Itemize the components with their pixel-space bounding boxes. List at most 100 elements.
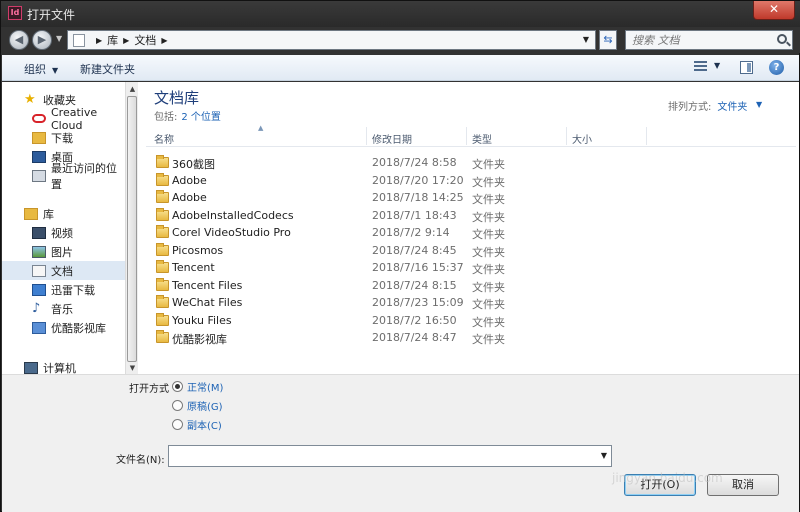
breadcrumb-library[interactable]: 库 xyxy=(107,32,118,48)
radio-label: 原稿(G) xyxy=(187,401,223,413)
file-date: 2018/7/20 17:20 xyxy=(372,173,464,187)
sidebar-item-label: 音乐 xyxy=(51,302,73,316)
radio-button[interactable] xyxy=(172,399,183,411)
radio-label: 副本(C) xyxy=(187,420,222,432)
sidebar-item-creative-cloud[interactable]: Creative Cloud xyxy=(2,106,126,132)
chevron-right-icon[interactable]: ▶ xyxy=(96,36,102,45)
sidebar-item-thunder-downloads[interactable]: 迅雷下载 xyxy=(2,280,126,299)
folder-icon xyxy=(156,172,169,186)
file-date: 2018/7/24 8:58 xyxy=(372,156,457,169)
sidebar-item-libraries[interactable]: 库 xyxy=(2,204,126,223)
sidebar-item-youku-library[interactable]: 优酷影视库 xyxy=(2,318,126,337)
table-row[interactable]: Tencent 2018/7/16 15:37 文件夹 xyxy=(146,259,796,277)
scroll-down-icon[interactable]: ▼ xyxy=(128,364,137,372)
chevron-right-icon[interactable]: ▶ xyxy=(123,36,129,45)
file-name: Youku Files xyxy=(172,313,232,327)
scrollbar-thumb[interactable] xyxy=(127,96,137,362)
sidebar-item-documents[interactable]: 文档 xyxy=(2,261,126,280)
sidebar-item-computer[interactable]: 计算机 xyxy=(2,358,126,374)
refresh-button[interactable]: ⇆ xyxy=(599,30,617,50)
scroll-up-icon[interactable]: ▲ xyxy=(128,85,137,93)
sidebar-item-music[interactable]: ♪ 音乐 xyxy=(2,299,126,318)
forward-button[interactable]: ▶ xyxy=(32,30,52,50)
library-icon xyxy=(24,207,38,220)
radio-button[interactable] xyxy=(172,418,183,430)
chevron-down-icon: ▼ xyxy=(49,66,59,75)
sidebar-item-downloads[interactable]: 下载 xyxy=(2,128,126,147)
table-row[interactable]: Picosmos 2018/7/24 8:45 文件夹 xyxy=(146,242,796,260)
documents-icon xyxy=(32,264,46,277)
table-row[interactable]: Youku Files 2018/7/2 16:50 文件夹 xyxy=(146,312,796,330)
includes-label: 包括: xyxy=(154,112,178,123)
locations-link[interactable]: 2 个位置 xyxy=(181,112,221,123)
arrange-by-dropdown[interactable]: 文件夹 xyxy=(717,102,747,113)
file-type: 文件夹 xyxy=(472,280,505,294)
table-row[interactable]: Tencent Files 2018/7/24 8:15 文件夹 xyxy=(146,277,796,295)
filename-input[interactable] xyxy=(169,446,589,466)
sidebar-item-pictures[interactable]: 图片 xyxy=(2,242,126,261)
radio-original[interactable]: 原稿(G) xyxy=(172,397,223,413)
new-folder-button[interactable]: 新建文件夹 xyxy=(80,61,135,77)
file-date: 2018/7/1 18:43 xyxy=(372,208,457,222)
column-date-modified[interactable]: 修改日期 xyxy=(372,131,412,147)
file-type: 文件夹 xyxy=(472,263,505,276)
organize-menu[interactable]: 组织 ▼ xyxy=(24,61,58,77)
address-dropdown[interactable]: ▼ xyxy=(583,35,589,44)
column-type[interactable]: 类型 xyxy=(472,131,492,147)
file-date: 2018/7/23 15:09 xyxy=(372,296,464,309)
creative-cloud-icon xyxy=(32,114,46,123)
search-icon[interactable] xyxy=(777,34,787,44)
indesign-app-icon: Id xyxy=(8,6,22,20)
filename-label: 文件名(N): xyxy=(116,455,165,466)
table-row[interactable]: Adobe 2018/7/20 17:20 文件夹 xyxy=(146,172,796,190)
table-row[interactable]: Corel VideoStudio Pro 2018/7/2 9:14 文件夹 xyxy=(146,224,796,242)
close-button[interactable]: ✕ xyxy=(753,1,795,20)
search-input[interactable] xyxy=(626,31,766,49)
sidebar-scrollbar[interactable]: ▲ ▼ xyxy=(125,82,138,374)
column-size[interactable]: 大小 xyxy=(572,131,592,147)
folder-icon xyxy=(156,295,169,308)
arrange-by: 排列方式: 文件夹 xyxy=(668,98,747,113)
folder-icon xyxy=(156,330,169,343)
help-icon[interactable]: ? xyxy=(769,60,784,75)
chevron-right-icon[interactable]: ▶ xyxy=(161,36,167,45)
file-type: 文件夹 xyxy=(472,333,505,346)
file-name: AdobeInstalledCodecs xyxy=(172,208,294,222)
sidebar-item-label: 迅雷下载 xyxy=(51,283,95,297)
column-name[interactable]: 名称 xyxy=(154,131,174,147)
organize-label: 组织 xyxy=(24,63,46,76)
sidebar-item-label: 最近访问的位置 xyxy=(51,161,117,191)
table-row[interactable]: 优酷影视库 2018/7/24 8:47 文件夹 xyxy=(146,329,796,347)
table-row[interactable]: AdobeInstalledCodecs 2018/7/1 18:43 文件夹 xyxy=(146,207,796,225)
file-type: 文件夹 xyxy=(472,228,505,241)
table-row[interactable]: 360截图 2018/7/24 8:58 文件夹 xyxy=(146,154,796,172)
sidebar-item-recent-places[interactable]: 最近访问的位置 xyxy=(2,162,126,191)
folder-icon xyxy=(156,190,169,203)
folder-icon xyxy=(156,260,169,273)
radio-copy[interactable]: 副本(C) xyxy=(172,416,222,432)
file-date: 2018/7/24 8:15 xyxy=(372,278,457,292)
recent-locations-dropdown[interactable]: ▼ xyxy=(56,34,62,43)
view-options-dropdown[interactable]: ▼ xyxy=(714,61,720,70)
back-button[interactable]: ◀ xyxy=(9,30,29,50)
sidebar-item-video[interactable]: 视频 xyxy=(2,223,126,242)
address-bar[interactable]: ▶ 库 ▶ 文档 ▶ ▼ xyxy=(67,30,596,50)
radio-normal[interactable]: 正常(M) xyxy=(172,378,223,394)
chevron-down-icon[interactable]: ▼ xyxy=(756,100,762,109)
radio-button[interactable] xyxy=(172,380,183,392)
dialog-options-area: 打开方式 正常(M) 原稿(G) 副本(C) 文件名(N): ▼ 打开(O) 取… xyxy=(2,374,799,512)
table-row[interactable]: WeChat Files 2018/7/23 15:09 文件夹 xyxy=(146,294,796,312)
change-view-icon[interactable] xyxy=(694,61,707,74)
breadcrumb-documents[interactable]: 文档 xyxy=(134,32,156,48)
filename-combobox[interactable]: ▼ xyxy=(168,445,612,467)
folder-icon xyxy=(156,242,169,256)
file-name: Tencent Files xyxy=(172,278,243,292)
chevron-down-icon[interactable]: ▼ xyxy=(601,451,607,460)
preview-pane-icon[interactable] xyxy=(740,61,753,74)
table-row[interactable]: Adobe 2018/7/18 14:25 文件夹 xyxy=(146,189,796,207)
search-box[interactable] xyxy=(625,30,793,50)
folder-icon xyxy=(156,277,169,291)
star-icon: ★ xyxy=(24,91,36,107)
file-name: Picosmos xyxy=(172,243,224,257)
folder-icon xyxy=(156,312,169,326)
